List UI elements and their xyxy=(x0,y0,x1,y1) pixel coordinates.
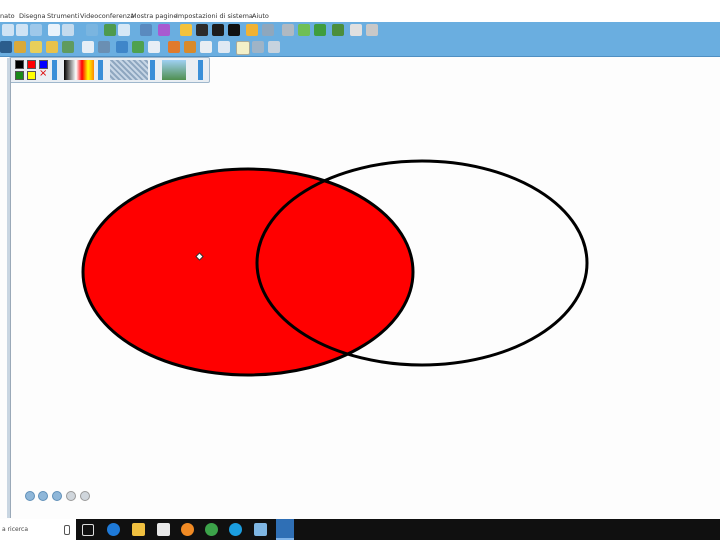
menu-item-mostra-pagine[interactable]: Mostra pagine xyxy=(131,12,177,20)
magic-pen-icon[interactable] xyxy=(62,41,74,53)
swatch-green[interactable] xyxy=(15,71,24,80)
line-icon[interactable] xyxy=(98,41,110,53)
box-icon[interactable] xyxy=(298,24,310,36)
zoom-out-icon[interactable] xyxy=(16,24,28,36)
puzzle-icon[interactable] xyxy=(314,24,326,36)
menu-item-format[interactable]: nato xyxy=(0,12,15,20)
filled-ellipse[interactable] xyxy=(81,167,415,377)
pattern-scroll[interactable] xyxy=(150,60,155,80)
ruler-icon[interactable] xyxy=(200,41,212,53)
clear-icon[interactable] xyxy=(268,41,280,53)
page-next-button[interactable] xyxy=(52,491,62,501)
edge-icon[interactable] xyxy=(107,523,120,536)
menu-item-strumenti[interactable]: Strumenti xyxy=(47,12,79,20)
palette-scroll[interactable] xyxy=(52,60,57,80)
back-icon[interactable] xyxy=(246,24,258,36)
fill-icon[interactable] xyxy=(116,41,128,53)
notes-icon[interactable] xyxy=(254,523,267,536)
zoom-fit-icon[interactable] xyxy=(30,24,42,36)
draw-toolbar xyxy=(0,39,720,57)
window-icon[interactable] xyxy=(332,24,344,36)
skype-icon[interactable] xyxy=(229,523,242,536)
color-palette-panel: × xyxy=(9,57,210,83)
camera-icon[interactable] xyxy=(158,24,170,36)
record-icon[interactable] xyxy=(196,24,208,36)
triangle-icon[interactable] xyxy=(148,41,160,53)
highlighter-icon[interactable] xyxy=(30,41,42,53)
globe-icon[interactable] xyxy=(86,24,98,36)
arrow-icon[interactable] xyxy=(48,24,60,36)
grid-tool-icon[interactable] xyxy=(366,24,378,36)
brush-icon[interactable] xyxy=(14,41,26,53)
background-scroll[interactable] xyxy=(198,60,203,80)
store-icon[interactable] xyxy=(157,523,170,536)
palette-icon[interactable] xyxy=(168,41,180,53)
text-icon[interactable] xyxy=(218,41,230,53)
marker-icon[interactable] xyxy=(46,41,58,53)
search-text: a ricerca xyxy=(2,526,29,533)
menu-item-disegna[interactable]: Disegna xyxy=(19,12,45,20)
draw-icon[interactable] xyxy=(252,41,264,53)
eraser-icon[interactable] xyxy=(82,41,94,53)
gift-icon[interactable] xyxy=(282,24,294,36)
swatch-yellow[interactable] xyxy=(27,71,36,80)
menu-item-videoconferenza[interactable]: Videoconferenza xyxy=(80,12,134,20)
page-add-button[interactable] xyxy=(66,491,76,501)
page-delete-button[interactable] xyxy=(80,491,90,501)
grid-icon[interactable] xyxy=(62,24,74,36)
image-icon[interactable] xyxy=(104,24,116,36)
menu-bar: nato Disegna Strumenti Videoconferenza M… xyxy=(0,0,720,22)
taskbar-search[interactable]: a ricerca xyxy=(0,519,76,540)
monitor-icon[interactable] xyxy=(212,24,224,36)
explorer-icon[interactable] xyxy=(132,523,145,536)
gradient-picker[interactable] xyxy=(64,60,94,80)
windows-taskbar: a ricerca xyxy=(0,519,720,540)
pattern-picker[interactable] xyxy=(110,60,148,80)
task-view-icon[interactable] xyxy=(82,524,94,536)
settings-icon[interactable] xyxy=(350,24,362,36)
fullscreen-icon[interactable] xyxy=(118,24,130,36)
whiteboard-canvas[interactable] xyxy=(10,82,720,518)
microphone-icon[interactable] xyxy=(64,525,70,535)
chart-icon[interactable] xyxy=(184,41,196,53)
swatch-black[interactable] xyxy=(15,60,24,69)
no-fill-icon[interactable]: × xyxy=(39,69,47,79)
pen-icon[interactable] xyxy=(0,41,12,53)
main-toolbar xyxy=(0,22,720,40)
menu-item-aiuto[interactable]: Aiuto xyxy=(252,12,269,20)
shape-icon[interactable] xyxy=(132,41,144,53)
screen-icon[interactable] xyxy=(140,24,152,36)
select-icon[interactable] xyxy=(236,41,250,55)
zoom-in-icon[interactable] xyxy=(2,24,14,36)
chrome-icon[interactable] xyxy=(205,523,218,536)
whiteboard-icon[interactable] xyxy=(276,519,294,540)
firefox-icon[interactable] xyxy=(181,523,194,536)
save-icon[interactable] xyxy=(262,24,274,36)
swatch-red[interactable] xyxy=(27,60,36,69)
gradient-scroll[interactable] xyxy=(98,60,103,80)
film-icon[interactable] xyxy=(228,24,240,36)
menu-item-impostazioni[interactable]: Impostazioni di sistema xyxy=(176,12,253,20)
page-first-button[interactable] xyxy=(25,491,35,501)
background-picker[interactable] xyxy=(162,60,186,80)
page-prev-button[interactable] xyxy=(38,491,48,501)
star-icon[interactable] xyxy=(180,24,192,36)
